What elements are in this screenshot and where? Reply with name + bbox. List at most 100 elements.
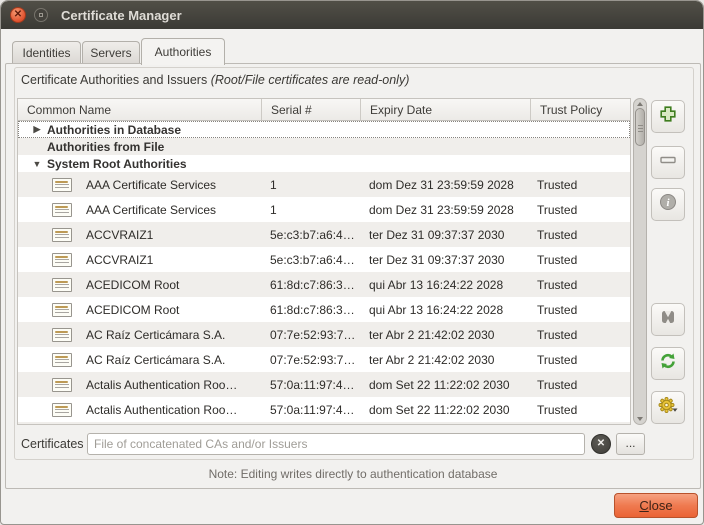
remove-authority-button[interactable] [651,146,685,179]
remove-icon [659,151,677,174]
cell-serial: 07:7e:52:93:7… [262,328,361,342]
certificates-file-input[interactable] [87,433,585,455]
chevron-expanded-icon[interactable]: ▼ [31,159,43,169]
certificate-icon [52,328,72,342]
cell-common-name: ▼System Root Authorities [18,157,262,171]
cell-common-name: AC Raíz Certicámara S.A. [18,328,262,342]
info-button[interactable]: i [651,188,685,221]
window-restore-button[interactable] [34,8,48,22]
chevron-collapsed-icon[interactable]: ▶ [31,124,43,135]
table-row[interactable]: AddTrust Class 1 CA Root1sáb Mai 30 10:3… [18,422,630,425]
cell-serial: 07:7e:52:93:7… [262,353,361,367]
scroll-up-icon[interactable] [637,102,643,106]
certificate-icon [52,228,72,242]
cell-common-name: AAA Certificate Services [18,178,262,192]
cell-trust-policy: Trusted [531,203,630,217]
trust-policy-button[interactable] [651,303,685,336]
table-row[interactable]: ACEDICOM Root61:8d:c7:86:3…qui Abr 13 16… [18,272,630,297]
certificate-icon [52,278,72,292]
cell-serial: 57:0a:11:97:4… [262,378,361,392]
certificate-icon [52,353,72,367]
column-header-trust-policy[interactable]: Trust Policy [531,99,630,120]
cell-serial: 57:0a:11:97:4… [262,403,361,417]
cell-trust-policy: Trusted [531,403,630,417]
close-button[interactable]: Close [614,493,698,518]
vertical-scrollbar[interactable] [633,98,647,425]
column-header-common-name[interactable]: Common Name [18,99,262,120]
cell-trust-policy: Trusted [531,253,630,267]
authorities-groupbox: Certificate Authorities and Issuers (Roo… [14,67,694,460]
cell-common-name: AAA Certificate Services [18,203,262,217]
cell-expiry-date: qui Abr 13 16:24:22 2028 [361,303,531,317]
add-icon [659,105,677,128]
cell-trust-policy: Trusted [531,328,630,342]
cell-common-name: ▶Authorities in Database [18,123,262,137]
titlebar: ✕ Certificate Manager [1,1,703,29]
cell-trust-policy: Trusted [531,178,630,192]
refresh-authorities-button[interactable] [651,347,685,380]
table-row[interactable]: Actalis Authentication Roo…57:0a:11:97:4… [18,372,630,397]
editing-note: Note: Editing writes directly to authent… [6,467,700,481]
cell-expiry-date: dom Set 22 11:22:02 2030 [361,403,531,417]
tab-identities[interactable]: Identities [12,41,81,64]
cell-expiry-date: dom Set 22 11:22:02 2030 [361,378,531,392]
cell-serial: 5e:c3:b7:a6:4… [262,253,361,267]
groupbox-title-note: (Root/File certificates are read-only) [211,73,410,87]
cell-trust-policy: Trusted [531,353,630,367]
certificate-icon [52,253,72,267]
table-row[interactable]: AC Raíz Certicámara S.A.07:7e:52:93:7…te… [18,347,630,372]
cell-common-name: AC Raíz Certicámara S.A. [18,353,262,367]
certificate-icon [52,203,72,217]
table-row[interactable]: AC Raíz Certicámara S.A.07:7e:52:93:7…te… [18,322,630,347]
authorities-tab-panel: Certificate Authorities and Issuers (Roo… [5,63,701,489]
table-row[interactable]: AAA Certificate Services1dom Dez 31 23:5… [18,197,630,222]
authorities-table: Common Name Serial # Expiry Date Trust P… [17,98,631,425]
certificate-manager-dialog: ✕ Certificate Manager Identities Servers… [0,0,704,525]
browse-file-button[interactable]: ... [616,433,645,455]
certificate-icon [52,403,72,417]
refresh-icon [658,351,678,376]
add-authority-button[interactable] [651,100,685,133]
cell-common-name: Actalis Authentication Roo… [18,378,262,392]
table-row[interactable]: AAA Certificate Services1dom Dez 31 23:5… [18,172,630,197]
cell-common-name: Actalis Authentication Roo… [18,403,262,417]
table-header: Common Name Serial # Expiry Date Trust P… [18,99,630,121]
cell-common-name: ACEDICOM Root [18,278,262,292]
cell-expiry-date: ter Dez 31 09:37:37 2030 [361,228,531,242]
gear-icon [657,395,679,420]
trust-policy-icon [659,308,677,331]
table-row[interactable]: ACEDICOM Root61:8d:c7:86:3…qui Abr 13 16… [18,297,630,322]
column-header-serial[interactable]: Serial # [262,99,361,120]
cell-trust-policy: Trusted [531,228,630,242]
scrollbar-thumb[interactable] [635,108,645,146]
clear-file-button[interactable]: ✕ [591,434,611,454]
table-row[interactable]: Actalis Authentication Roo…57:0a:11:97:4… [18,397,630,422]
cell-serial: 5e:c3:b7:a6:4… [262,228,361,242]
tree-group-row[interactable]: Authorities from File [18,138,630,155]
table-row[interactable]: ACCVRAIZ15e:c3:b7:a6:4…ter Dez 31 09:37:… [18,222,630,247]
tree-group-row[interactable]: ▼System Root Authorities [18,155,630,172]
cell-serial: 61:8d:c7:86:3… [262,303,361,317]
cell-expiry-date: qui Abr 13 16:24:22 2028 [361,278,531,292]
cell-trust-policy: Trusted [531,303,630,317]
info-icon: i [659,193,677,216]
cell-serial: 1 [262,203,361,217]
column-header-expiry-date[interactable]: Expiry Date [361,99,531,120]
window-title: Certificate Manager [61,8,182,23]
table-row[interactable]: ACCVRAIZ15e:c3:b7:a6:4…ter Dez 31 09:37:… [18,247,630,272]
utilities-menu-button[interactable] [651,391,685,424]
tab-servers[interactable]: Servers [82,41,140,64]
tree-group-row[interactable]: ▶Authorities in Database [18,121,630,138]
clear-icon: ✕ [597,438,605,449]
cell-common-name: ACEDICOM Root [18,303,262,317]
tab-authorities[interactable]: Authorities [141,38,225,65]
cell-serial: 61:8d:c7:86:3… [262,278,361,292]
window-close-button[interactable]: ✕ [10,7,26,23]
table-body: ▶Authorities in DatabaseAuthorities from… [18,121,630,425]
certificate-icon [52,303,72,317]
cell-common-name: ACCVRAIZ1 [18,253,262,267]
certificate-icon [52,178,72,192]
cell-trust-policy: Trusted [531,378,630,392]
scroll-down-icon[interactable] [637,417,643,421]
cell-expiry-date: dom Dez 31 23:59:59 2028 [361,178,531,192]
